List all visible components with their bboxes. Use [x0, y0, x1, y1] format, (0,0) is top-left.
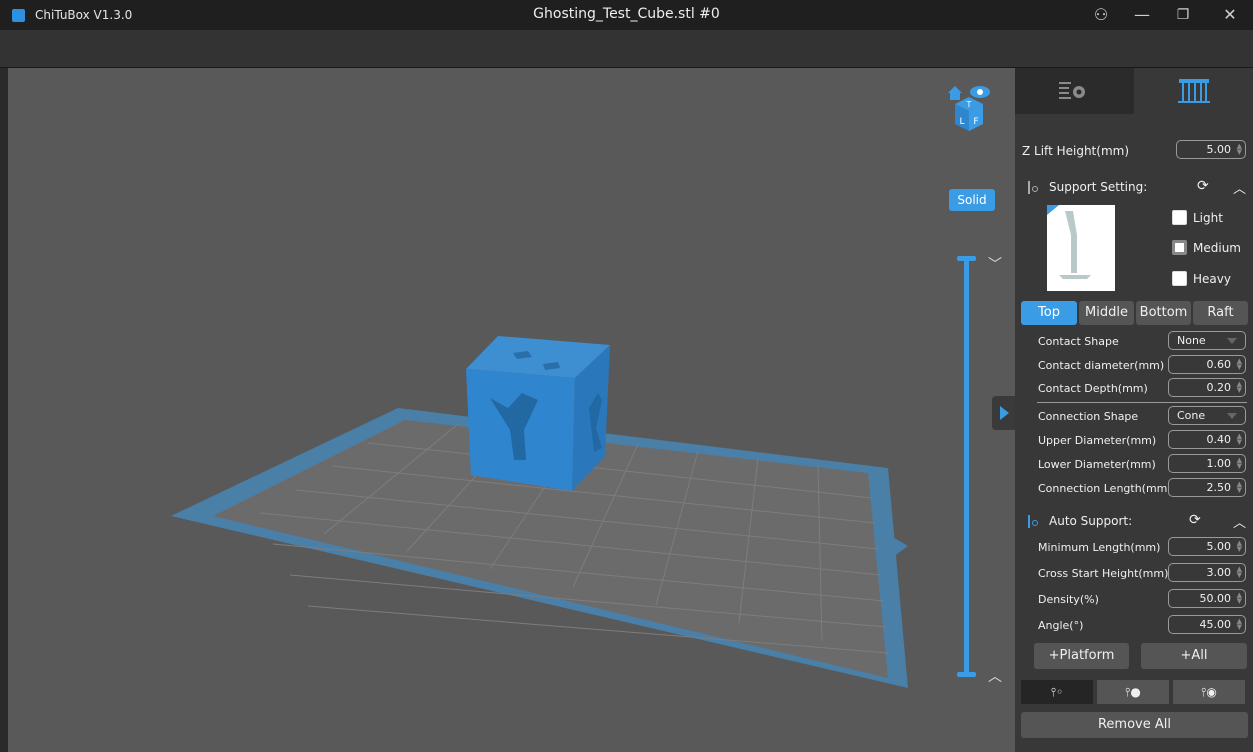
support-icon: [1178, 79, 1210, 103]
3d-viewport[interactable]: T L F Solid ﹀ ︿: [8, 68, 1015, 752]
density-input[interactable]: 50.00 ▲ ▼: [1168, 589, 1246, 608]
tab-top[interactable]: Top: [1021, 301, 1077, 325]
upper-diameter-input[interactable]: 0.40 ▲ ▼: [1168, 430, 1246, 449]
angle-label: Angle(°): [1038, 619, 1084, 632]
support-edit-icon[interactable]: ⫯◉: [1173, 680, 1245, 704]
remove-all-button[interactable]: Remove All: [1021, 712, 1248, 738]
reset-icon[interactable]: ⟳: [1197, 178, 1209, 194]
z-lift-input[interactable]: 5.00 ▲ ▼: [1176, 140, 1246, 159]
support-setting-header[interactable]: Support Setting: ⟳ ︿: [1015, 177, 1253, 199]
chevron-up-icon[interactable]: ︿: [988, 666, 1002, 686]
support-panel: Z Lift Height(mm) 5.00 ▲ ▼ Support Setting…: [1015, 68, 1253, 752]
close-button[interactable]: ✕: [1216, 4, 1244, 26]
preset-heavy-label: Heavy: [1193, 272, 1231, 286]
view-cube-left-letter: L: [959, 117, 964, 127]
connection-shape-select[interactable]: Cone: [1168, 406, 1246, 425]
view-cube-widget[interactable]: T L F: [946, 83, 992, 133]
preset-light-label: Light: [1193, 211, 1223, 225]
connection-shape-label: Connection Shape: [1038, 410, 1139, 423]
divider: [1037, 402, 1247, 403]
contact-depth-label: Contact Depth(mm): [1038, 382, 1148, 395]
scene-canvas[interactable]: [8, 68, 1015, 752]
view-cube-front-letter: F: [973, 117, 978, 127]
settings-icon: [1059, 82, 1085, 99]
support-remove-icon[interactable]: ⫯●: [1097, 680, 1169, 704]
upper-diameter-label: Upper Diameter(mm): [1038, 434, 1157, 447]
preset-medium-label: Medium: [1193, 241, 1241, 255]
minimum-length-input[interactable]: 5.00 ▲ ▼: [1168, 537, 1246, 556]
user-icon[interactable]: ⚇: [1087, 4, 1115, 26]
support-add-icon[interactable]: ⫯◦: [1021, 680, 1093, 704]
home-icon: [948, 86, 962, 100]
preset-light-checkbox[interactable]: [1172, 210, 1187, 225]
model-cube: [466, 336, 610, 491]
contact-depth-input[interactable]: 0.20 ▲ ▼: [1168, 378, 1246, 397]
minimum-length-label: Minimum Length(mm): [1038, 541, 1161, 554]
preset-medium-checkbox[interactable]: [1172, 240, 1187, 255]
contact-diameter-label: Contact diameter(mm): [1038, 359, 1165, 372]
z-lift-label: Z Lift Height(mm): [1022, 144, 1129, 158]
solid-view-button[interactable]: Solid: [949, 189, 995, 211]
left-strip: [0, 68, 8, 752]
tab-support[interactable]: [1134, 68, 1253, 114]
chevron-down-icon[interactable]: ﹀: [988, 254, 1002, 274]
contact-diameter-input[interactable]: 0.60 ▲ ▼: [1168, 355, 1246, 374]
support-setting-title: Support Setting:: [1049, 180, 1148, 194]
add-platform-supports-button[interactable]: +Platform: [1034, 643, 1129, 669]
lower-diameter-label: Lower Diameter(mm): [1038, 458, 1156, 471]
panel-toggle-button[interactable]: [992, 396, 1015, 430]
minimize-button[interactable]: —: [1128, 4, 1156, 26]
angle-input[interactable]: 45.00 ▲ ▼: [1168, 615, 1246, 634]
reset-icon[interactable]: ⟳: [1189, 512, 1201, 528]
add-all-supports-button[interactable]: +All: [1141, 643, 1247, 669]
contact-shape-label: Contact Shape: [1038, 335, 1119, 348]
view-cube-top-letter: T: [966, 100, 972, 109]
tab-bottom[interactable]: Bottom: [1136, 301, 1191, 325]
preset-heavy-checkbox[interactable]: [1172, 271, 1187, 286]
layer-slider-bottom-handle[interactable]: [957, 672, 976, 677]
connection-length-input[interactable]: 2.50 ▲ ▼: [1168, 478, 1246, 497]
connection-length-label: Connection Length(mm): [1038, 482, 1172, 495]
support-pin-icon: [1028, 181, 1038, 194]
document-title: Ghosting_Test_Cube.stl #0: [533, 6, 720, 22]
auto-support-title: Auto Support:: [1049, 514, 1133, 528]
collapse-icon[interactable]: ︿: [1233, 178, 1246, 197]
triangle-right-icon: [1000, 406, 1009, 420]
collapse-icon[interactable]: ︿: [1233, 512, 1246, 531]
auto-support-header[interactable]: Auto Support: ⟳ ︿: [1015, 511, 1253, 533]
tab-settings[interactable]: [1015, 68, 1134, 114]
title-bar: ChiTuBox V1.3.0 Ghosting_Test_Cube.stl #…: [0, 0, 1253, 30]
support-pin-icon: [1028, 515, 1038, 528]
cross-start-height-input[interactable]: 3.00 ▲ ▼: [1168, 563, 1246, 582]
lower-diameter-input[interactable]: 1.00 ▲ ▼: [1168, 454, 1246, 473]
tab-raft[interactable]: Raft: [1193, 301, 1248, 325]
support-preview: [1047, 205, 1115, 291]
layer-slider-track[interactable]: [964, 258, 969, 676]
cross-start-height-label: Cross Start Height(mm): [1038, 567, 1169, 580]
density-label: Density(%): [1038, 593, 1099, 606]
toolbar-area: [0, 30, 1253, 68]
tab-middle[interactable]: Middle: [1079, 301, 1134, 325]
contact-shape-select[interactable]: None: [1168, 331, 1246, 350]
restore-button[interactable]: ❐: [1169, 4, 1197, 26]
